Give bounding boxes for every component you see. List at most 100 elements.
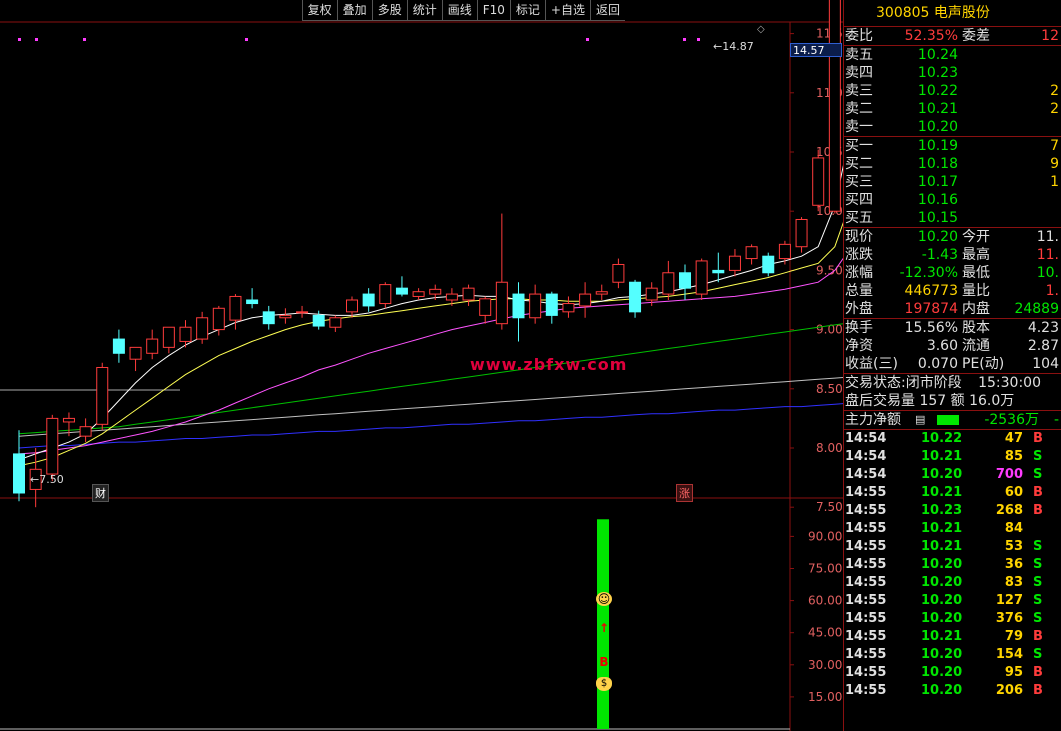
toolbar-button-fuquan[interactable]: 复权	[301, 0, 337, 21]
event-marker-limit-up[interactable]: 涨	[676, 484, 693, 502]
tick-price: 10.21	[921, 485, 963, 500]
tick-list[interactable]: 14:54 10.22 47 B 14:54 10.21 85 S 14:54 10.20 700 S…	[844, 430, 1061, 700]
stock-name: 电声股份	[933, 5, 990, 21]
candle-body	[212, 307, 225, 331]
ask-row[interactable]: 卖二 10.21 2	[844, 100, 1061, 118]
ask-row[interactable]: 卖一 10.20	[844, 118, 1061, 136]
bid-row[interactable]: 买四 10.16	[844, 191, 1061, 209]
tick-row[interactable]: 14:55 10.21 53 S	[844, 538, 1061, 556]
toolbar-button-add-watchlist[interactable]: +自选	[544, 0, 590, 21]
kline-chart-area[interactable]: 14.5014.0013.5013.0012.5012.0011.5011.00…	[0, 0, 843, 731]
tick-row[interactable]: 14:54 10.21 85 S	[844, 448, 1061, 466]
tick-price: 10.21	[921, 449, 963, 464]
kline-chart-svg[interactable]: 14.5014.0013.5013.0012.5012.0011.5011.00…	[0, 0, 843, 731]
tick-row[interactable]: 14:55 10.20 127 S	[844, 592, 1061, 610]
candle-body	[13, 453, 25, 494]
tick-side: B	[1033, 485, 1043, 500]
ask-row[interactable]: 卖四 10.23	[844, 64, 1061, 82]
main-force-row[interactable]: 主力净额 ▤ -2536万 -	[844, 411, 1061, 430]
tick-time: 14:54	[845, 467, 887, 482]
stat-row: 涨跌 -1.43 最高 11.	[845, 247, 1059, 263]
tick-price: 10.20	[921, 665, 963, 680]
tick-volume: 700	[995, 467, 1023, 482]
y-tick-label: 8.00	[816, 441, 843, 455]
tick-row[interactable]: 14:55 10.20 206 B	[844, 682, 1061, 700]
tick-time: 14:54	[845, 431, 887, 446]
tick-row[interactable]: 14:54 10.20 700 S	[844, 466, 1061, 484]
tick-side: S	[1033, 647, 1043, 662]
top-dot-marker	[245, 38, 248, 41]
candle-body	[96, 366, 109, 425]
toolbar-button-draw-line[interactable]: 画线	[441, 0, 477, 21]
ask-label: 卖一	[845, 119, 873, 135]
tick-side: S	[1033, 557, 1043, 572]
tick-row[interactable]: 14:55 10.21 84	[844, 520, 1061, 538]
tick-row[interactable]: 14:55 10.20 376 S	[844, 610, 1061, 628]
bid-price: 10.16	[917, 192, 958, 208]
ask-label: 卖四	[845, 65, 873, 81]
list-icon: ▤	[915, 413, 926, 426]
y-tick-label: 8.50	[816, 382, 843, 396]
tick-row[interactable]: 14:54 10.22 47 B	[844, 430, 1061, 448]
tick-volume: 60	[1004, 485, 1023, 500]
tick-price: 10.20	[921, 467, 963, 482]
tick-time: 14:55	[845, 611, 887, 626]
ask-row[interactable]: 卖三 10.22 2	[844, 82, 1061, 100]
diamond-icon[interactable]: ◇	[757, 24, 765, 35]
tick-price: 10.20	[921, 557, 963, 572]
tick-row[interactable]: 14:55 10.21 79 B	[844, 628, 1061, 646]
candle-body	[462, 287, 475, 301]
indicator-y-tick-label: 45.00	[808, 626, 842, 640]
tick-row[interactable]: 14:55 10.20 95 B	[844, 664, 1061, 682]
tick-row[interactable]: 14:55 10.23 268 B	[844, 502, 1061, 520]
candle-body	[712, 269, 725, 274]
candle-body	[329, 317, 342, 328]
stock-code: 300805	[876, 5, 930, 21]
toolbar-button-overlay[interactable]: 叠加	[336, 0, 372, 21]
stat-row: 外盘 197874 内盘 24889	[845, 301, 1059, 317]
ask-book: 卖五 10.24 卖四 10.23 卖三 10.22 2 卖二 10.21 2 卖一 10.2…	[844, 46, 1061, 137]
top-dot-marker	[697, 38, 700, 41]
top-dot-marker	[35, 38, 38, 41]
low-price-label: ←7.50	[30, 473, 64, 486]
toolbar-button-statistics[interactable]: 统计	[406, 0, 442, 21]
tick-time: 14:54	[845, 449, 887, 464]
bid-row[interactable]: 买二 10.18 9	[844, 155, 1061, 173]
candle-body	[662, 272, 675, 295]
candle-body	[162, 326, 175, 348]
tick-side: S	[1033, 611, 1043, 626]
toolbar-button-back[interactable]: 返回	[589, 0, 625, 21]
tick-row[interactable]: 14:55 10.20 36 S	[844, 556, 1061, 574]
ask-row[interactable]: 卖五 10.24	[844, 46, 1061, 64]
tick-price: 10.23	[921, 503, 963, 518]
candle-body	[262, 311, 275, 325]
ask-price: 10.24	[917, 47, 958, 63]
toolbar-button-mark[interactable]: 标记	[509, 0, 545, 21]
candle-body	[645, 287, 658, 301]
candle-body	[479, 298, 492, 316]
tick-time: 14:55	[845, 647, 887, 662]
event-marker-finance[interactable]: 财	[92, 484, 109, 502]
tick-row[interactable]: 14:55 10.21 60 B	[844, 484, 1061, 502]
bid-label: 买一	[845, 138, 873, 154]
candle-body	[296, 311, 309, 314]
candle-body	[196, 317, 209, 340]
tick-side: S	[1033, 449, 1043, 464]
candle-body	[146, 338, 159, 354]
bid-row[interactable]: 买五 10.15	[844, 209, 1061, 227]
tick-side: S	[1033, 575, 1043, 590]
toolbar-button-f10[interactable]: F10	[476, 0, 510, 21]
indicator-y-tick-label: 15.00	[808, 690, 842, 704]
tick-row[interactable]: 14:55 10.20 154 S	[844, 646, 1061, 664]
tick-row[interactable]: 14:55 10.20 83 S	[844, 574, 1061, 592]
ma120-line	[18, 403, 843, 449]
candle-body	[46, 417, 59, 475]
candle-body	[562, 303, 575, 313]
bid-volume: 9	[1050, 156, 1059, 172]
toolbar-button-multi-stock[interactable]: 多股	[371, 0, 407, 21]
tick-volume: 206	[995, 683, 1023, 698]
tick-time: 14:55	[845, 503, 887, 518]
bid-row[interactable]: 买三 10.17 1	[844, 173, 1061, 191]
bid-row[interactable]: 买一 10.19 7	[844, 137, 1061, 155]
ask-price: 10.20	[917, 119, 958, 135]
